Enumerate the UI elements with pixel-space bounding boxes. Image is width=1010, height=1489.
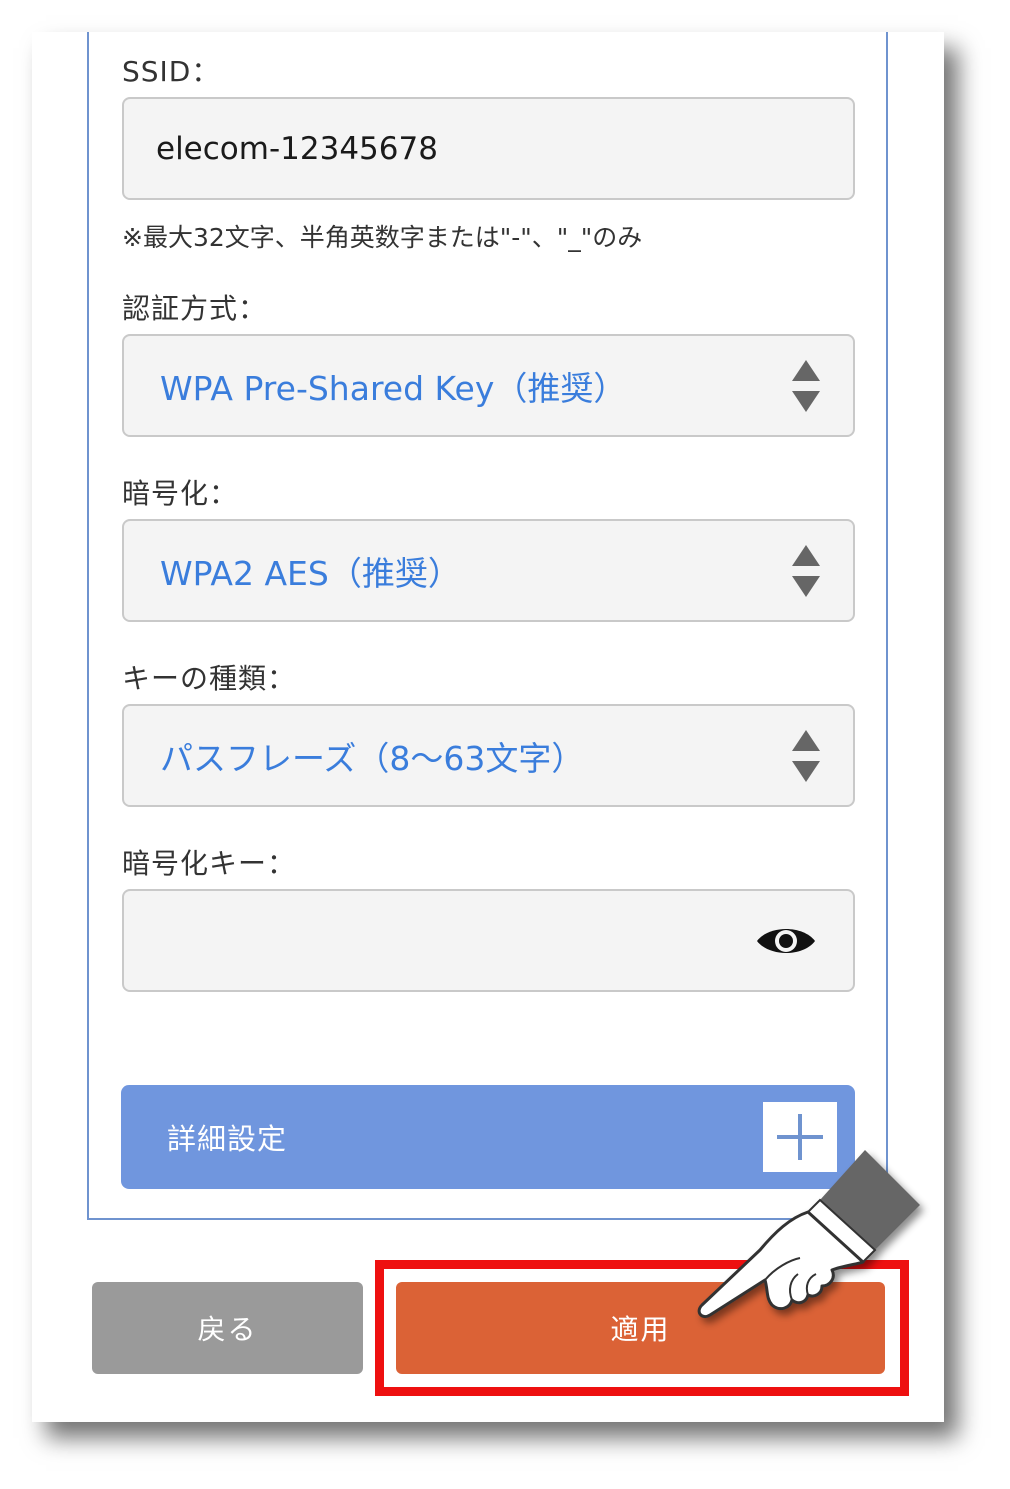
settings-panel (87, 32, 888, 1220)
back-button[interactable]: 戻る (92, 1282, 363, 1374)
auth-label: 認証方式： (122, 292, 268, 325)
advanced-settings-label: 詳細設定 (167, 1122, 288, 1156)
ssid-note: ※最大32文字、半角英数字または"-"、"_"のみ (122, 223, 643, 252)
updown-arrows-icon (791, 544, 821, 597)
key-input[interactable] (122, 889, 855, 992)
auth-select[interactable]: WPA Pre-Shared Key（推奨） (122, 334, 855, 437)
encryption-label: 暗号化： (122, 477, 239, 510)
key-type-value: パスフレーズ（8〜63文字） (160, 738, 585, 778)
eye-icon[interactable] (755, 923, 817, 959)
key-label: 暗号化キー： (122, 847, 297, 880)
updown-arrows-icon (791, 359, 821, 412)
encryption-value: WPA2 AES（推奨） (160, 553, 461, 593)
ssid-label: SSID： (122, 55, 221, 88)
ssid-input[interactable]: elecom-12345678 (122, 97, 855, 200)
auth-value: WPA Pre-Shared Key（推奨） (160, 368, 627, 408)
updown-arrows-icon (791, 729, 821, 782)
pointing-hand-icon (697, 1150, 920, 1319)
encryption-select[interactable]: WPA2 AES（推奨） (122, 519, 855, 622)
key-type-label: キーの種類： (122, 662, 297, 695)
ssid-value: elecom-12345678 (156, 130, 438, 167)
key-type-select[interactable]: パスフレーズ（8〜63文字） (122, 704, 855, 807)
